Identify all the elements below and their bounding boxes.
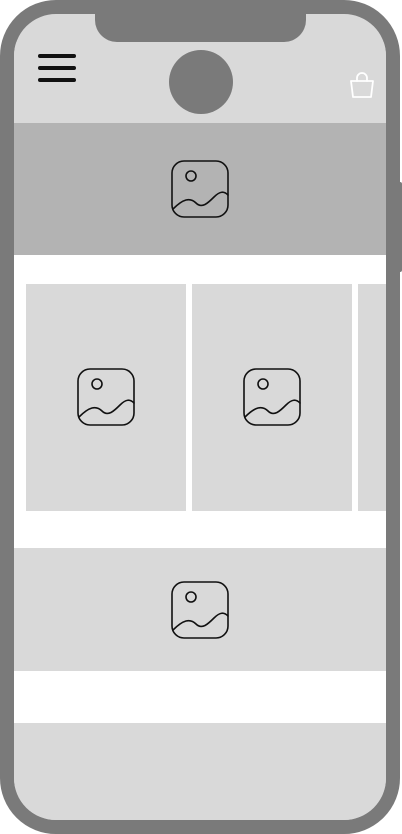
- menu-line: [38, 54, 76, 58]
- product-card[interactable]: [358, 284, 386, 511]
- hamburger-menu-icon[interactable]: [38, 54, 76, 84]
- image-placeholder-icon: [242, 367, 302, 427]
- hero-banner[interactable]: [14, 123, 386, 255]
- menu-line: [38, 78, 76, 82]
- phone-frame: [0, 0, 400, 834]
- phone-notch: [95, 14, 306, 42]
- image-placeholder-icon: [170, 159, 230, 219]
- promo-banner[interactable]: [14, 548, 386, 671]
- image-placeholder-icon: [170, 580, 230, 640]
- product-card[interactable]: [26, 284, 186, 511]
- shopping-bag-icon[interactable]: [348, 70, 376, 100]
- footer: [14, 723, 386, 820]
- product-card[interactable]: [192, 284, 352, 511]
- image-placeholder-icon: [76, 367, 136, 427]
- section-divider: [14, 671, 386, 723]
- product-carousel[interactable]: [26, 284, 386, 511]
- logo[interactable]: [169, 50, 233, 114]
- menu-line: [38, 66, 76, 70]
